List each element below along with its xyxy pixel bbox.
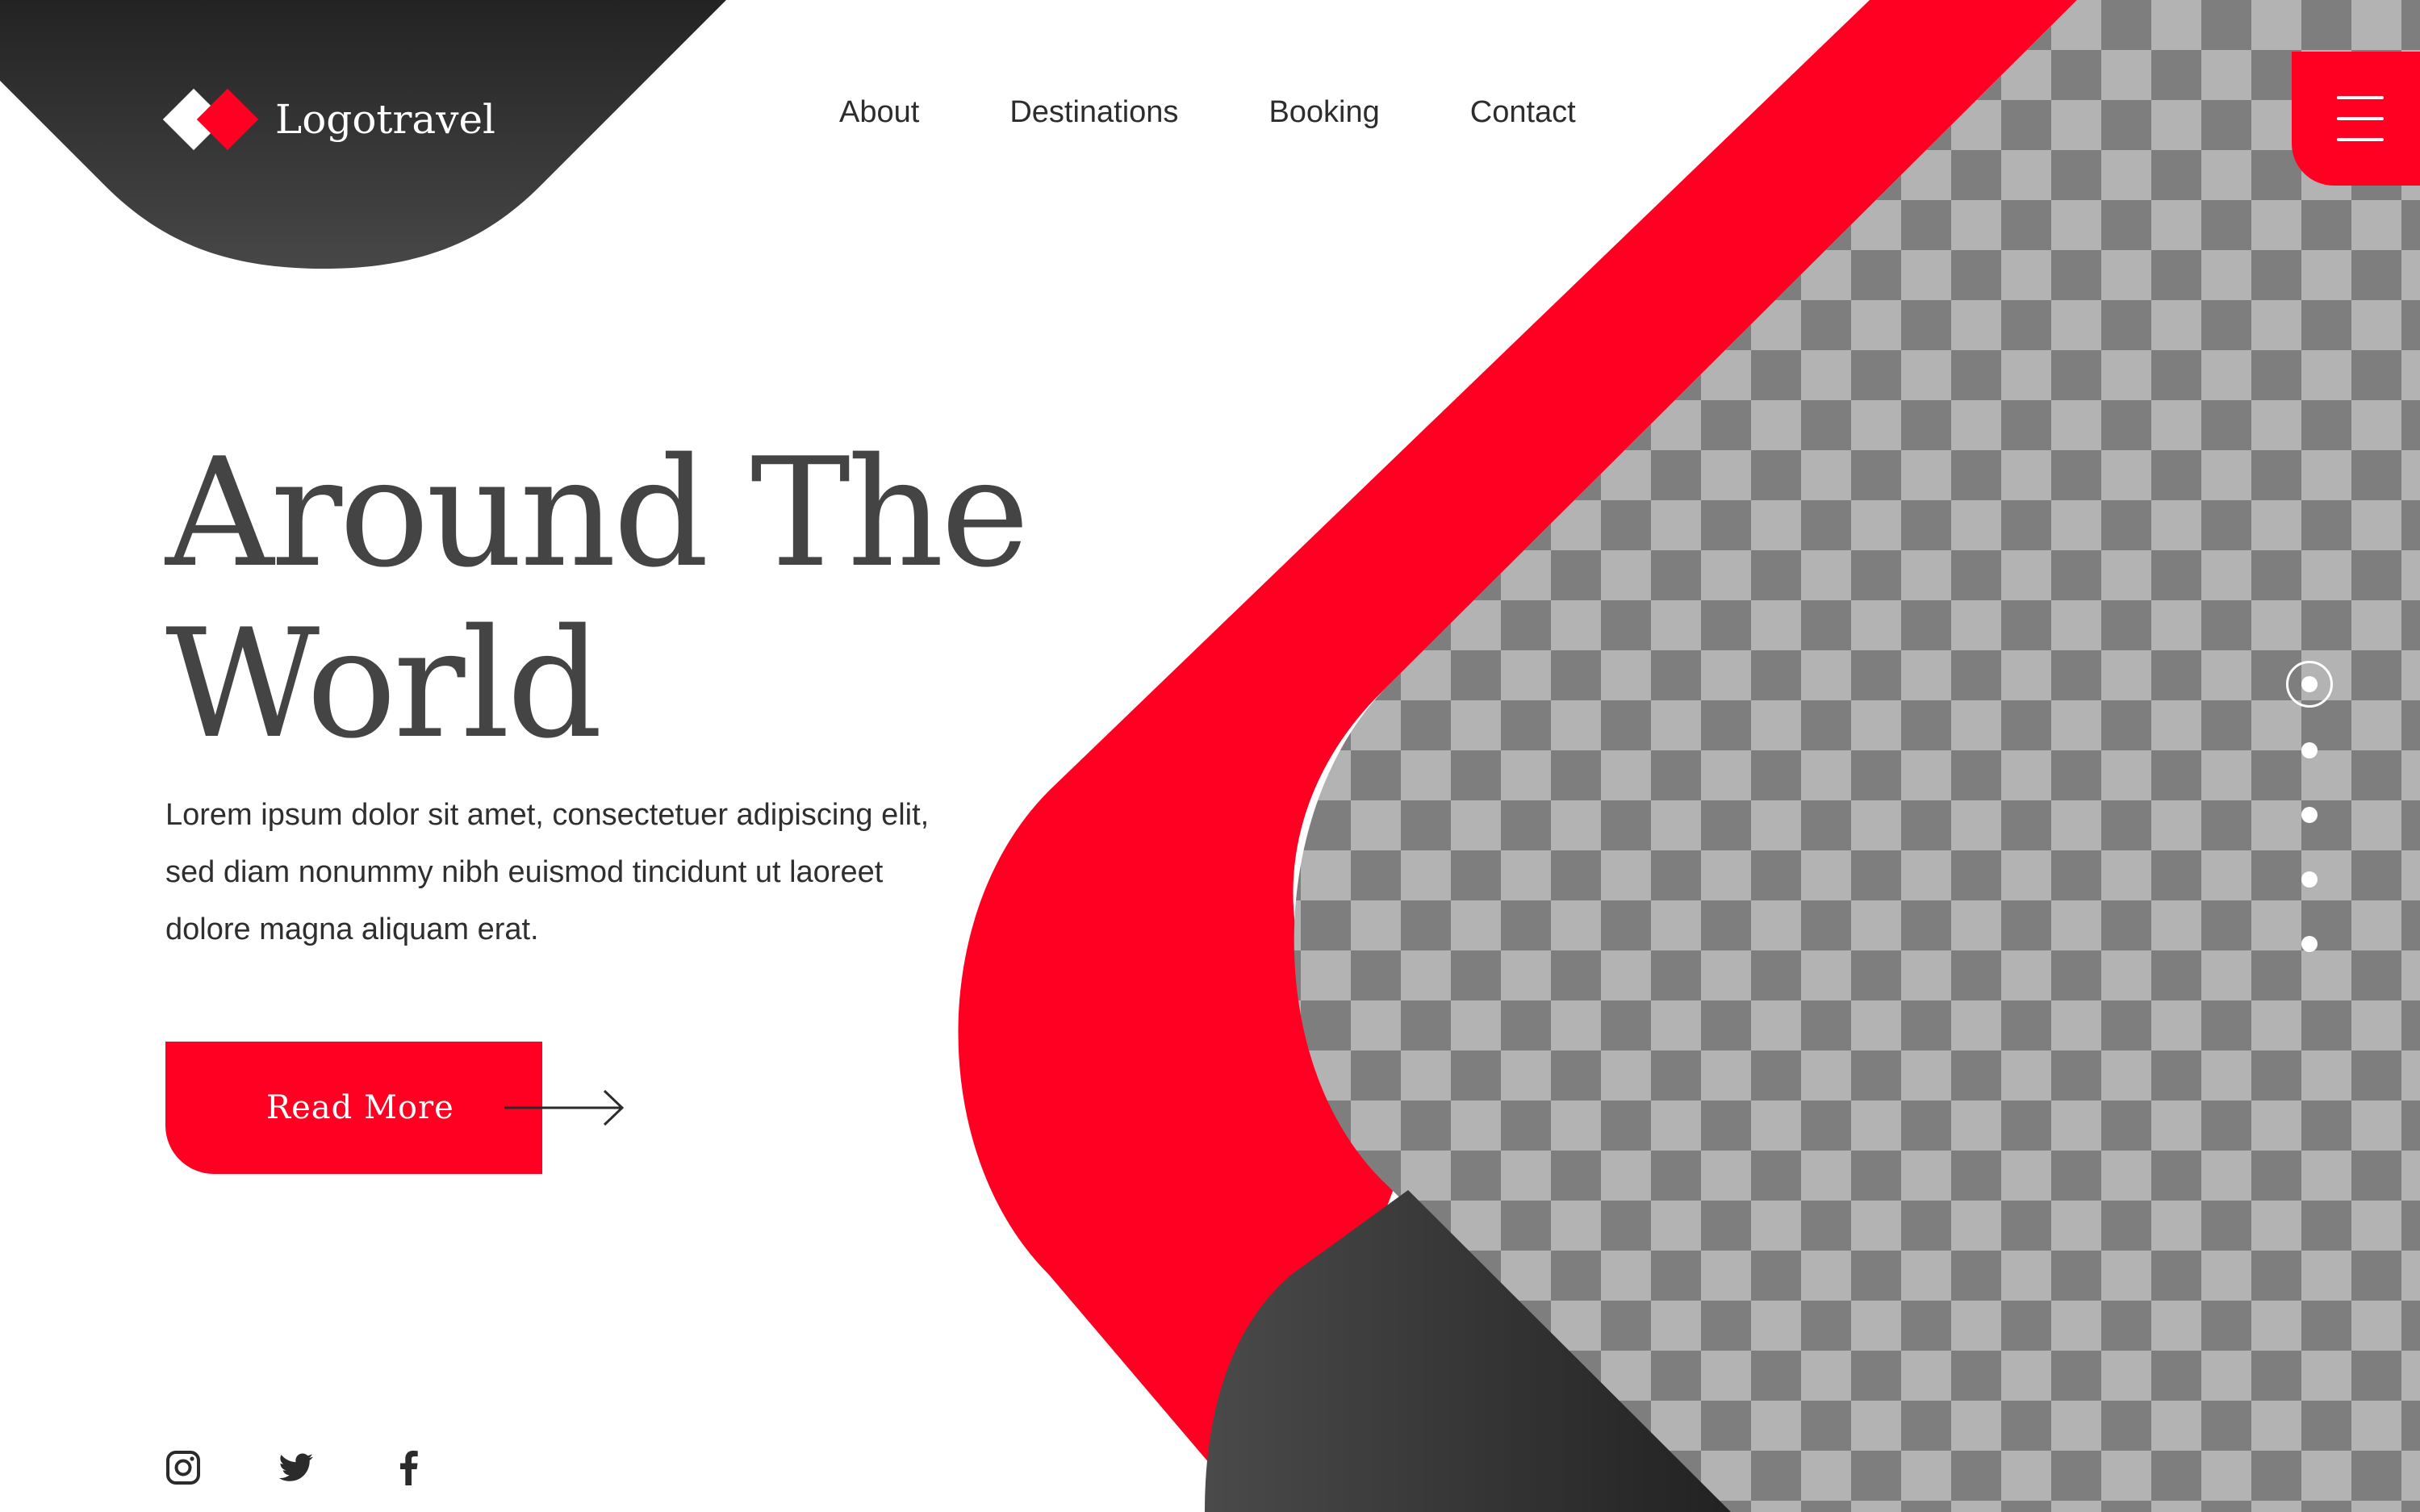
slider-dot-2[interactable] — [2301, 742, 2318, 758]
slider-dots — [2286, 661, 2338, 967]
nav-item-contact[interactable]: Contact — [1470, 95, 1576, 130]
main-nav: About Destinations Booking Contact — [839, 95, 1666, 130]
social-links — [165, 1449, 504, 1486]
menu-button[interactable] — [2292, 52, 2420, 186]
slider-dot-4[interactable] — [2301, 871, 2318, 888]
hero-description: Lorem ipsum dolor sit amet, consectetuer… — [165, 798, 930, 946]
nav-item-about[interactable]: About — [839, 95, 919, 130]
logo-diamond-red — [196, 88, 259, 151]
instagram-icon[interactable] — [165, 1450, 201, 1485]
twitter-icon[interactable] — [278, 1450, 314, 1485]
hero-title-line-2: World — [165, 596, 603, 771]
slider-dot-5[interactable] — [2301, 936, 2318, 952]
nav-item-booking[interactable]: Booking — [1269, 95, 1379, 130]
hero-title: Around The World — [165, 425, 1030, 771]
hamburger-icon-line — [2337, 117, 2384, 120]
slider-dot-1[interactable] — [2301, 676, 2318, 692]
slider-dot-3[interactable] — [2301, 807, 2318, 823]
read-more-button[interactable]: Read More — [165, 1042, 542, 1174]
diamond-logo-icon — [162, 85, 259, 154]
hamburger-icon-line — [2337, 138, 2384, 141]
arrow-right-icon[interactable] — [504, 1089, 625, 1126]
facebook-icon[interactable] — [391, 1450, 427, 1485]
hero-title-line-1: Around The — [165, 425, 1030, 600]
hamburger-icon — [2337, 96, 2384, 99]
landing-page: Logotravel About Destinations Booking Co… — [0, 0, 2420, 1512]
brand-name: Logotravel — [275, 96, 496, 143]
nav-item-destinations[interactable]: Destinations — [1009, 95, 1178, 130]
brand-logo[interactable]: Logotravel — [162, 85, 496, 154]
read-more-label: Read More — [266, 1089, 454, 1126]
